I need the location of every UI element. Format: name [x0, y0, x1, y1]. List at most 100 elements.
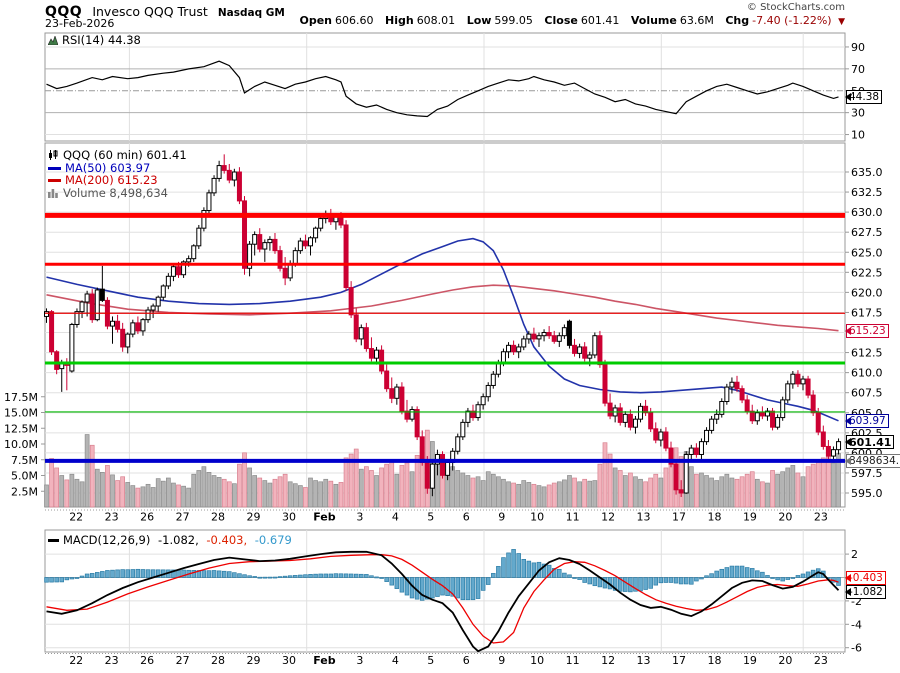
candle	[674, 464, 678, 490]
macd-histogram-bar	[309, 574, 313, 577]
macd-line-icon	[48, 539, 59, 542]
volume-bar	[415, 455, 419, 507]
macd-histogram-bar	[243, 575, 247, 578]
candle	[745, 400, 749, 411]
candle	[55, 352, 59, 370]
macd-histogram-bar	[60, 578, 64, 582]
chart-canvas[interactable]: 9070503010635.0632.5630.0627.5625.0622.5…	[0, 0, 900, 673]
rsi-panel-border	[45, 33, 845, 141]
volume-bar	[486, 472, 490, 507]
macd-histogram-bar	[649, 578, 653, 589]
price-axis-label: 617.5	[851, 306, 883, 319]
candle	[552, 336, 556, 342]
candle	[486, 385, 490, 396]
volume-bar	[182, 486, 186, 507]
date-label: 26	[140, 511, 154, 524]
macd-histogram-bar	[476, 578, 480, 599]
candle	[649, 413, 653, 429]
candle	[725, 387, 729, 401]
date-label: 10	[530, 511, 544, 524]
volume-bar	[705, 476, 709, 508]
volume-bar	[90, 445, 94, 507]
ma200-swatch	[48, 179, 61, 182]
volume-bar	[750, 472, 754, 507]
volume-bar	[507, 482, 511, 507]
volume-bar	[395, 474, 399, 507]
candlestick-icon	[48, 150, 59, 163]
macd-histogram-bar	[776, 578, 780, 580]
volume-bar	[735, 479, 739, 507]
candle	[217, 166, 221, 179]
macd-histogram-bar	[136, 569, 140, 577]
macd-histogram-bar	[207, 571, 211, 578]
volume-bar	[522, 481, 526, 507]
volume-bar	[537, 486, 541, 507]
candle	[623, 414, 627, 422]
macd-histogram-bar	[45, 578, 49, 583]
macd-histogram-bar	[796, 575, 800, 577]
macd-histogram-bar	[664, 578, 668, 583]
volume-bar	[694, 474, 698, 507]
date-label: 11	[566, 511, 580, 524]
macd-histogram-bar	[217, 571, 221, 578]
volume-bar	[375, 476, 379, 508]
volume-bar	[197, 470, 201, 507]
date-label: 23	[105, 654, 119, 667]
volume-bar	[659, 478, 663, 507]
candle	[740, 389, 744, 400]
candle	[161, 286, 165, 297]
candle	[283, 268, 287, 278]
volume-bar	[532, 484, 536, 507]
macd-histogram-bar	[710, 574, 714, 578]
macd-histogram-bar	[293, 575, 297, 577]
macd-histogram-bar	[202, 571, 206, 578]
volume-bar	[618, 470, 622, 507]
macd-histogram-bar	[50, 578, 54, 583]
candle	[755, 413, 759, 421]
volume-bar	[806, 467, 810, 507]
macd-histogram-bar	[75, 578, 79, 579]
macd-histogram-bar	[116, 570, 120, 578]
candle	[441, 454, 445, 475]
volume-bar	[187, 488, 191, 507]
volume-bar	[831, 463, 835, 507]
volume-bar	[410, 472, 414, 507]
macd-histogram-bar	[126, 570, 130, 578]
macd-histogram-bar	[573, 578, 577, 579]
macd-histogram-bar	[273, 577, 277, 578]
macd-histogram-bar	[466, 578, 470, 600]
volume-bar	[253, 476, 257, 508]
volume-bar	[501, 479, 505, 507]
volume-bar	[588, 481, 592, 507]
macd-histogram-bar	[527, 561, 531, 577]
volume-bar	[161, 481, 165, 507]
volume-bar	[100, 472, 104, 507]
date-label: 29	[247, 654, 261, 667]
volume-bar	[542, 487, 546, 507]
macd-histogram-bar	[481, 578, 485, 591]
volume-bar	[567, 476, 571, 508]
candle	[100, 289, 104, 300]
volume-bar	[765, 483, 769, 507]
candle	[816, 413, 820, 432]
volume-bar	[710, 478, 714, 507]
macd-histogram-bar	[278, 577, 282, 578]
candle	[232, 172, 236, 180]
date-label: 18	[707, 654, 721, 667]
candle	[151, 306, 155, 310]
macd-histogram-bar	[583, 578, 587, 583]
macd-histogram-bar	[502, 558, 506, 578]
volume-bar	[141, 487, 145, 507]
macd-histogram-bar	[471, 578, 475, 600]
volume-bar	[689, 467, 693, 507]
candle	[380, 350, 384, 371]
macd-histogram-bar	[760, 572, 764, 577]
candle	[359, 328, 363, 339]
price-legend: QQQ (60 min) 601.41 MA(50) 603.97 MA(200…	[48, 149, 187, 199]
volume-bar	[232, 484, 236, 507]
macd-histogram-bar	[674, 578, 678, 584]
date-label: 26	[140, 654, 154, 667]
candle	[501, 352, 505, 363]
macd-histogram-bar	[755, 571, 759, 578]
candle	[410, 410, 414, 420]
